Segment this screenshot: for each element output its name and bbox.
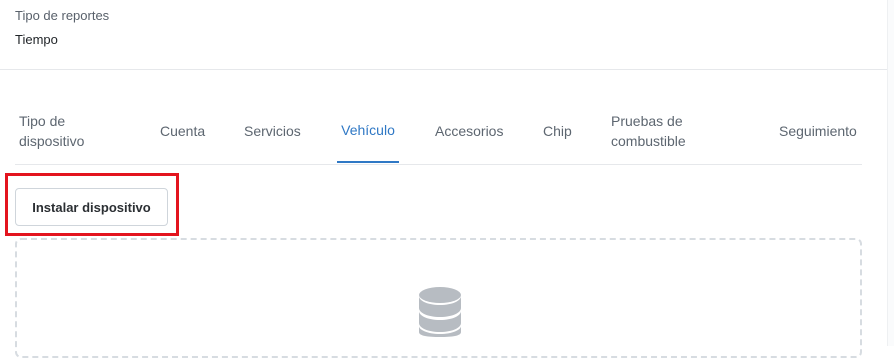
- tab-chip-label: Chip: [543, 122, 572, 139]
- tab-tipo-de-dispositivo-label: Tipo de dispositivo: [19, 112, 85, 149]
- database-icon: [419, 287, 461, 337]
- tab-accesorios[interactable]: Accesorios: [435, 98, 515, 163]
- tab-pruebas-de-combustible-label: Pruebas de combustible: [611, 112, 686, 149]
- install-device-button[interactable]: Instalar dispositivo: [15, 188, 168, 226]
- report-type-value: Tiempo: [15, 32, 58, 47]
- tab-chip[interactable]: Chip: [543, 98, 583, 163]
- tab-tipo-de-dispositivo[interactable]: Tipo de dispositivo: [19, 98, 129, 163]
- report-type-section: Tipo de reportes Tiempo: [0, 0, 888, 70]
- tab-servicios-label: Servicios: [244, 122, 301, 139]
- tab-seguimiento[interactable]: Seguimiento: [779, 98, 861, 163]
- tab-pruebas-de-combustible[interactable]: Pruebas de combustible: [611, 98, 716, 163]
- tab-seguimiento-label: Seguimiento: [779, 122, 857, 139]
- tab-cuenta[interactable]: Cuenta: [160, 98, 222, 163]
- tab-servicios[interactable]: Servicios: [244, 98, 319, 163]
- device-tabs: Tipo de dispositivo Cuenta Servicios Veh…: [15, 98, 862, 165]
- tab-vehiculo[interactable]: Vehículo: [337, 98, 399, 163]
- tab-vehiculo-label: Vehículo: [341, 121, 395, 138]
- page-scroll-edge: [887, 0, 894, 346]
- tab-cuenta-label: Cuenta: [160, 122, 206, 139]
- report-type-label: Tipo de reportes: [15, 8, 110, 23]
- tab-accesorios-label: Accesorios: [435, 122, 504, 139]
